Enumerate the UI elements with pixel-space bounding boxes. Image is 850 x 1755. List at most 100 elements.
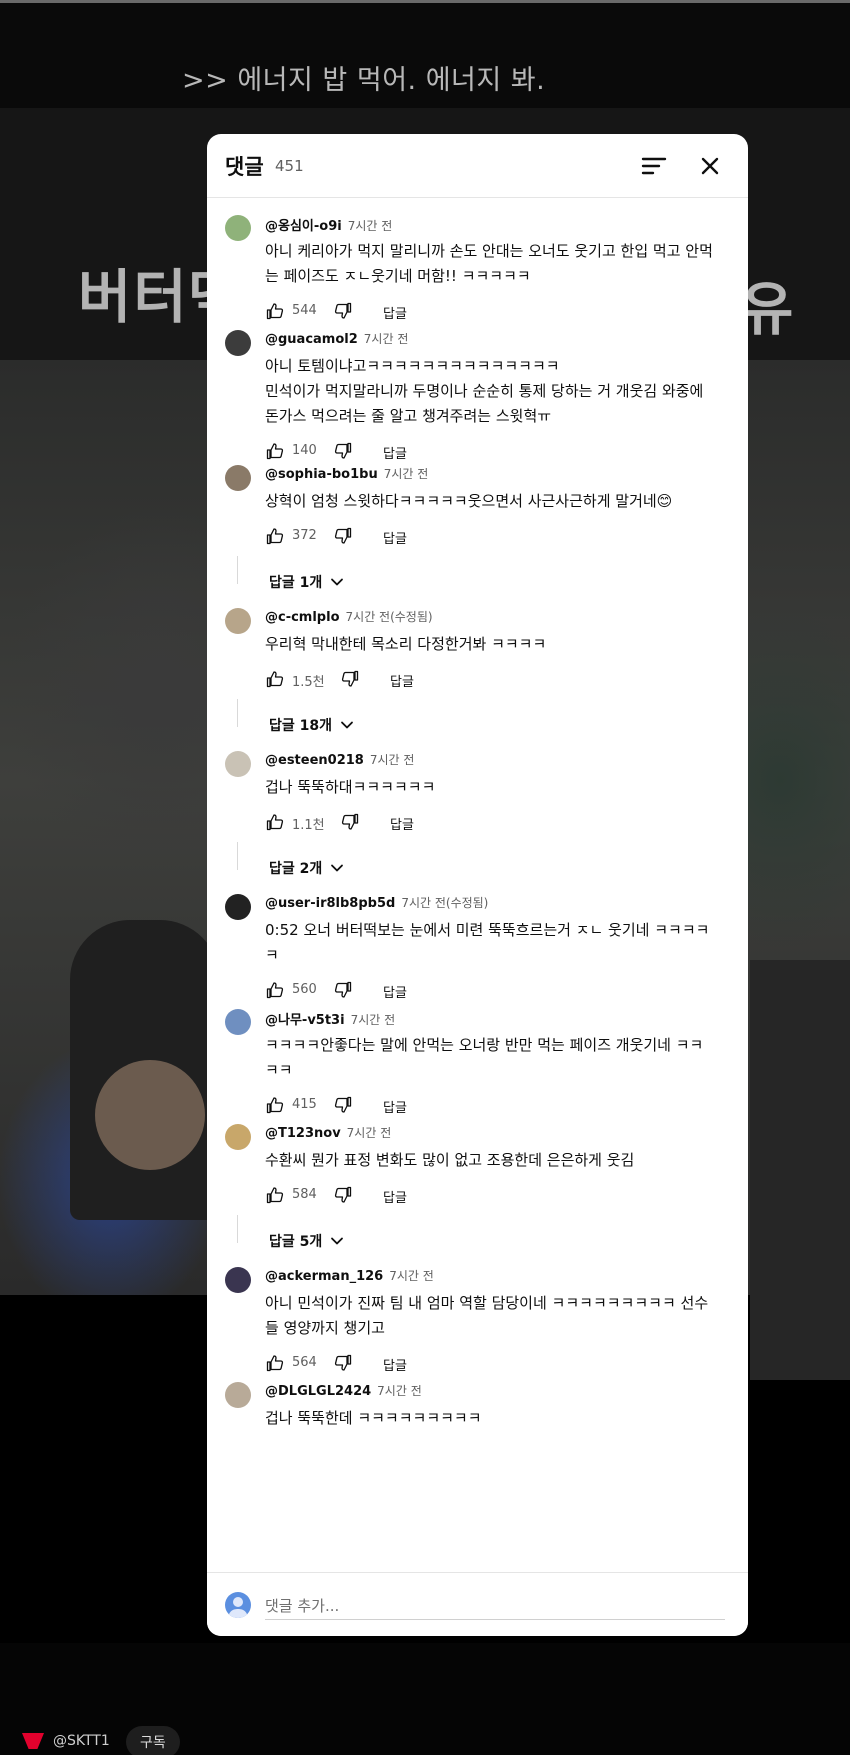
comment-author[interactable]: @c-cmlplo <box>265 610 340 625</box>
comment-time[interactable]: 7시간 전 <box>364 332 409 346</box>
comment-composer <box>207 1572 748 1636</box>
view-replies-button[interactable]: 답글 2개 <box>269 858 344 878</box>
like-icon[interactable] <box>265 1353 285 1373</box>
dislike-icon[interactable] <box>340 812 360 832</box>
comment-time[interactable]: 7시간 전 <box>384 467 429 481</box>
like-icon[interactable] <box>265 812 285 832</box>
comment-text: 겁나 뚝뚝한데 ㅋㅋㅋㅋㅋㅋㅋㅋㅋ <box>265 1409 482 1427</box>
comment-text: 수환씨 뭔가 표정 변화도 많이 없고 조용한데 은은하게 웃김 <box>265 1151 635 1169</box>
comment-time[interactable]: 7시간 전 <box>348 219 393 233</box>
comment-actions: 1.5천 답글 <box>265 669 565 693</box>
comment-time[interactable]: 7시간 전(수정됨) <box>401 896 488 910</box>
add-comment-input[interactable] <box>265 1592 725 1620</box>
comment-meta: @나무-v5t3i 7시간 전 <box>265 1009 395 1028</box>
comment-avatar[interactable] <box>225 1009 251 1035</box>
comment-avatar[interactable] <box>225 1267 251 1293</box>
dislike-icon[interactable] <box>333 441 353 461</box>
like-icon[interactable] <box>265 301 285 321</box>
like-icon[interactable] <box>265 669 285 689</box>
like-count: 564 <box>292 1355 317 1370</box>
comment-author[interactable]: @DLGLGL2424 <box>265 1384 371 1399</box>
reply-button[interactable]: 답글 <box>383 1187 407 1206</box>
comment-avatar[interactable] <box>225 215 251 241</box>
comment-meta: @sophia-bo1bu 7시간 전 <box>265 465 428 482</box>
comment-meta: @user-ir8lb8pb5d 7시간 전(수정됨) <box>265 894 488 911</box>
comment-time[interactable]: 7시간 전 <box>370 753 415 767</box>
close-icon[interactable] <box>695 151 725 181</box>
comment-avatar[interactable] <box>225 330 251 356</box>
like-icon[interactable] <box>265 980 285 1000</box>
thread-line <box>237 556 239 584</box>
scene-right-figure <box>750 960 850 1380</box>
like-count: 415 <box>292 1097 317 1112</box>
comment-time[interactable]: 7시간 전 <box>377 1384 422 1398</box>
like-icon[interactable] <box>265 1185 285 1205</box>
thread-line <box>237 842 239 870</box>
comment-avatar[interactable] <box>225 894 251 920</box>
reply-button[interactable]: 답글 <box>383 528 407 547</box>
like-count: 140 <box>292 443 317 458</box>
dislike-icon[interactable] <box>333 980 353 1000</box>
subscribe-button[interactable]: 구독 <box>126 1726 180 1755</box>
comments-header: 댓글 451 <box>207 134 748 198</box>
comment-avatar[interactable] <box>225 608 251 634</box>
view-replies-button[interactable]: 답글 5개 <box>269 1231 344 1251</box>
comment-text: 우리혁 막내한테 목소리 다정한거봐 ㅋㅋㅋㅋ <box>265 635 547 653</box>
comment-time[interactable]: 7시간 전 <box>389 1269 434 1283</box>
comment-meta: @c-cmlplo 7시간 전(수정됨) <box>265 608 433 625</box>
comment-meta: @ackerman_126 7시간 전 <box>265 1267 434 1284</box>
comment-list[interactable]: @옹심이-o9i 7시간 전 아니 케리아가 먹지 말리니까 손도 안대는 오너도 … <box>207 199 748 1636</box>
like-count: 1.5천 <box>292 675 325 690</box>
dislike-icon[interactable] <box>333 1095 353 1115</box>
comment-actions: 564 답글 <box>265 1353 565 1377</box>
comments-title: 댓글 <box>225 155 264 179</box>
reply-button[interactable]: 답글 <box>383 1355 407 1374</box>
comment-avatar[interactable] <box>225 1124 251 1150</box>
dislike-icon[interactable] <box>333 1353 353 1373</box>
thread-line <box>237 699 239 727</box>
dislike-icon[interactable] <box>333 526 353 546</box>
user-avatar <box>225 1592 251 1618</box>
comment-author[interactable]: @옹심이-o9i <box>265 219 342 234</box>
comment-time[interactable]: 7시간 전 <box>351 1013 396 1027</box>
like-icon[interactable] <box>265 1095 285 1115</box>
reply-button[interactable]: 답글 <box>383 443 407 462</box>
view-replies-button[interactable]: 답글 1개 <box>269 572 344 592</box>
reply-button[interactable]: 답글 <box>390 671 414 690</box>
sort-icon[interactable] <box>639 151 669 181</box>
comment-actions: 584 답글 <box>265 1185 565 1209</box>
reply-button[interactable]: 답글 <box>383 1097 407 1116</box>
comment-avatar[interactable] <box>225 1382 251 1408</box>
comment-author[interactable]: @user-ir8lb8pb5d <box>265 896 395 911</box>
comment-time[interactable]: 7시간 전(수정됨) <box>346 610 433 624</box>
comment-time[interactable]: 7시간 전 <box>347 1126 392 1140</box>
comment-meta: @DLGLGL2424 7시간 전 <box>265 1382 422 1399</box>
comment-meta: @guacamol2 7시간 전 <box>265 330 408 347</box>
reply-button[interactable]: 답글 <box>383 982 407 1001</box>
reply-button[interactable]: 답글 <box>390 814 414 833</box>
comment-author[interactable]: @sophia-bo1bu <box>265 467 378 482</box>
comment-avatar[interactable] <box>225 465 251 491</box>
chevron-down-icon <box>331 578 344 586</box>
comment-author[interactable]: @ackerman_126 <box>265 1269 383 1284</box>
comment-author[interactable]: @guacamol2 <box>265 332 358 347</box>
comment-actions: 1.1천 답글 <box>265 812 565 836</box>
comment-author[interactable]: @T123nov <box>265 1126 341 1141</box>
comment-text: 겁나 뚝뚝하대ㅋㅋㅋㅋㅋㅋ <box>265 778 436 796</box>
comment-text: 0:52 오너 버터떡보는 눈에서 미련 뚝뚝흐르는거 ㅈㄴ 웃기네 ㅋㅋㅋㅋ … <box>265 921 710 964</box>
like-count: 1.1천 <box>292 818 325 833</box>
view-replies-button[interactable]: 답글 18개 <box>269 715 354 735</box>
like-icon[interactable] <box>265 526 285 546</box>
channel-name[interactable]: @SKTT1 <box>53 1733 110 1749</box>
reply-button[interactable]: 답글 <box>383 303 407 322</box>
comments-count: 451 <box>275 157 304 175</box>
like-icon[interactable] <box>265 441 285 461</box>
comment-avatar[interactable] <box>225 751 251 777</box>
dislike-icon[interactable] <box>333 1185 353 1205</box>
dislike-icon[interactable] <box>340 669 360 689</box>
comment-author[interactable]: @esteen0218 <box>265 753 364 768</box>
comment-author[interactable]: @나무-v5t3i <box>265 1013 345 1028</box>
dislike-icon[interactable] <box>333 301 353 321</box>
comment-text: 아니 민석이가 진짜 팀 내 엄마 역할 담당이네 ㅋㅋㅋㅋㅋㅋㅋㅋㅋ 선수 들… <box>265 1294 709 1337</box>
comment-meta: @T123nov 7시간 전 <box>265 1124 391 1141</box>
